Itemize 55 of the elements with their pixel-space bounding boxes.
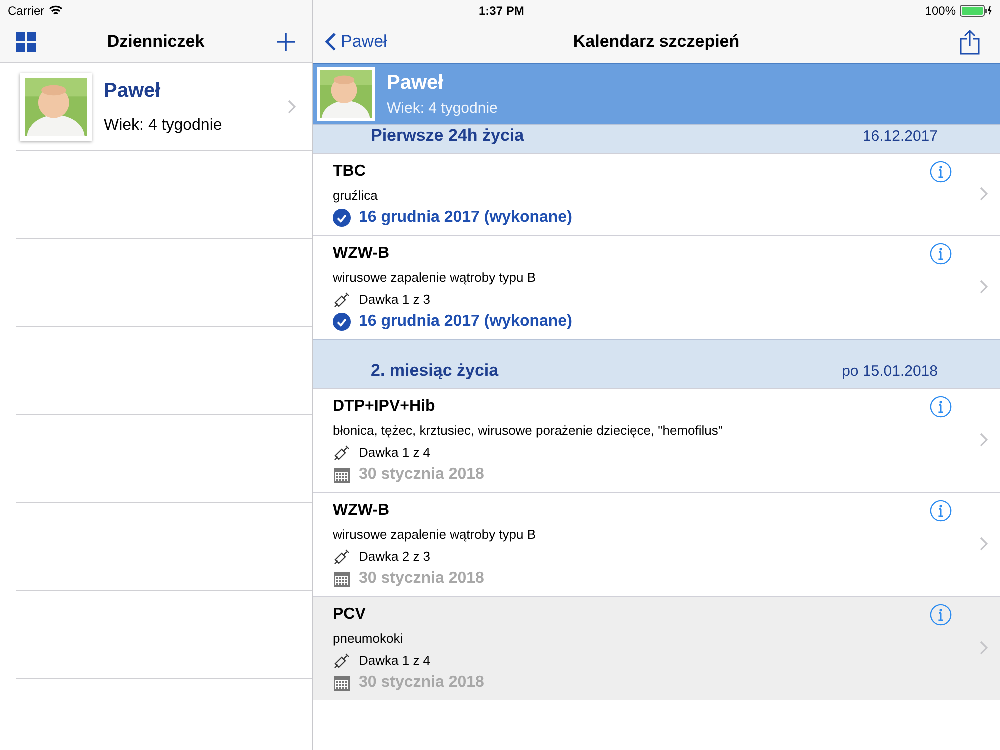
battery-label: 100% <box>925 2 956 20</box>
chevron-icon <box>980 641 988 655</box>
vaccination-date: 16 grudnia 2017 (wykonane) <box>359 313 572 331</box>
syringe-icon <box>333 548 351 566</box>
profile-name: Paweł <box>387 70 445 96</box>
vaccine-description: wirusowe zapalenie wątroby typu B <box>333 269 538 287</box>
battery-icon <box>960 4 992 16</box>
vaccine-row[interactable]: PCV pneumokoki Dawka 1 z 4 30 stycznia 2018 <box>313 596 1000 700</box>
vaccine-description: gruźlica <box>333 187 379 205</box>
section-date: 16.12.2017 <box>862 126 938 146</box>
syringe-icon <box>333 652 351 670</box>
info-icon[interactable] <box>930 604 952 626</box>
vaccine-description: błonica, tężec, krztusiec, wirusowe porażenie dziecięce, "hemofilus" <box>333 422 724 440</box>
syringe-icon <box>333 444 351 462</box>
vaccination-date: 16 grudnia 2017 (wykonane) <box>359 209 572 227</box>
child-age: Wiek: 4 tygodnie <box>104 116 224 136</box>
child-name: Paweł <box>104 78 162 104</box>
vaccine-name: PCV <box>333 605 366 625</box>
vaccine-description: pneumokoki <box>333 630 404 648</box>
vaccine-description: wirusowe zapalenie wątroby typu B <box>333 526 538 544</box>
syringe-icon <box>333 291 351 309</box>
dose-label: Dawka 2 z 3 <box>359 548 431 566</box>
add-icon[interactable] <box>276 32 296 52</box>
section-date: po 15.01.2018 <box>842 362 938 382</box>
back-chevron-icon <box>325 32 337 52</box>
dose-label: Dawka 1 z 4 <box>359 652 431 670</box>
wifi-icon <box>48 5 63 16</box>
back-button[interactable]: Paweł <box>325 29 388 55</box>
info-icon[interactable] <box>930 243 952 265</box>
section-title: Pierwsze 24h życia <box>371 124 524 146</box>
chevron-icon <box>980 187 988 201</box>
chevron-icon <box>980 537 988 551</box>
section-title: 2. miesiąc życia <box>371 360 499 382</box>
vaccine-name: WZW-B <box>333 244 390 264</box>
vaccination-date: 30 stycznia 2018 <box>359 570 484 588</box>
info-icon[interactable] <box>930 161 952 183</box>
carrier-label: Carrier <box>8 2 45 20</box>
dose-label: Dawka 1 z 3 <box>359 291 431 309</box>
vaccine-name: DTP+IPV+Hib <box>333 397 436 417</box>
vaccine-name: WZW-B <box>333 501 390 521</box>
vaccination-date: 30 stycznia 2018 <box>359 674 484 692</box>
dose-label: Dawka 1 z 4 <box>359 444 431 462</box>
chevron-icon <box>980 433 988 447</box>
page-title: Kalendarz szczepień <box>573 31 740 54</box>
vaccination-date: 30 stycznia 2018 <box>359 466 484 484</box>
chevron-icon <box>980 280 988 294</box>
grid-icon[interactable] <box>16 32 36 52</box>
time-label: 1:37 PM <box>479 2 524 20</box>
info-icon[interactable] <box>930 396 952 418</box>
chevron-icon <box>288 100 296 114</box>
profile-age: Wiek: 4 tygodnie <box>387 98 498 119</box>
vaccine-name: TBC <box>333 162 366 182</box>
sidebar-title: Dzienniczek <box>107 30 205 53</box>
info-icon[interactable] <box>930 500 952 522</box>
share-icon[interactable] <box>960 29 980 55</box>
